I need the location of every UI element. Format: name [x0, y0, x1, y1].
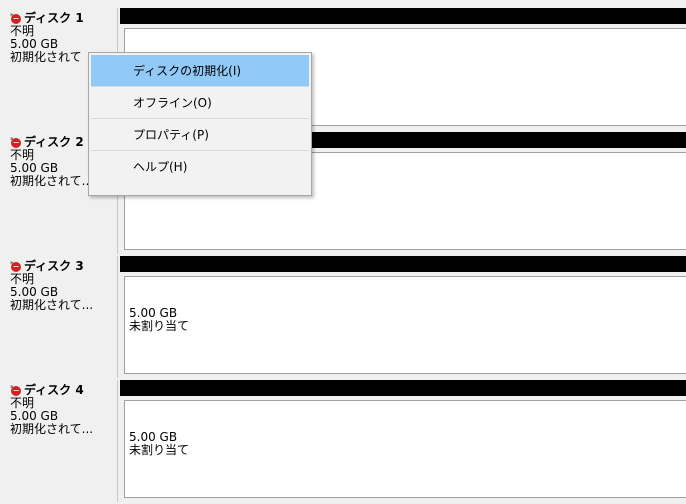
menu-item-offline[interactable]: オフライン(O) — [91, 87, 309, 119]
volume-state: 未割り当て — [129, 443, 190, 457]
volume-header-bar — [120, 380, 686, 396]
disk-volume-4[interactable]: 5.00 GB 未割り当て — [120, 380, 686, 502]
disk-error-icon: *− — [10, 12, 21, 24]
context-menu: ディスクの初期化(I) オフライン(O) プロパティ(P) ヘルプ(H) — [88, 52, 312, 196]
volume-area[interactable]: 5.00 GB 未割り当て — [124, 276, 686, 374]
volume-header-bar — [120, 8, 686, 24]
disk-label-3[interactable]: *− ディスク 3 不明 5.00 GB 初期化されて... — [0, 256, 118, 378]
volume-size: 5.00 GB — [129, 306, 178, 320]
menu-item-properties[interactable]: プロパティ(P) — [91, 119, 309, 151]
volume-size: 5.00 GB — [129, 430, 178, 444]
disk-row-4[interactable]: *− ディスク 4 不明 5.00 GB 初期化されて... 5.00 GB 未… — [0, 380, 686, 504]
volume-state: 未割り当て — [129, 319, 190, 333]
volume-header-bar — [120, 256, 686, 272]
disk-error-icon: *− — [10, 384, 21, 396]
disk-status: 初期化されて... — [10, 298, 94, 312]
disk-label-4[interactable]: *− ディスク 4 不明 5.00 GB 初期化されて... — [0, 380, 118, 502]
disk-row-3[interactable]: *− ディスク 3 不明 5.00 GB 初期化されて... 5.00 GB 未… — [0, 256, 686, 380]
disk-volume-3[interactable]: 5.00 GB 未割り当て — [120, 256, 686, 378]
menu-item-help[interactable]: ヘルプ(H) — [91, 151, 309, 183]
disk-error-icon: *− — [10, 260, 21, 272]
menu-item-initialize-disk[interactable]: ディスクの初期化(I) — [91, 55, 309, 87]
disk-error-icon: *− — [10, 136, 21, 148]
disk-status: 初期化されて... — [10, 422, 94, 436]
volume-area[interactable]: 5.00 GB 未割り当て — [124, 400, 686, 498]
